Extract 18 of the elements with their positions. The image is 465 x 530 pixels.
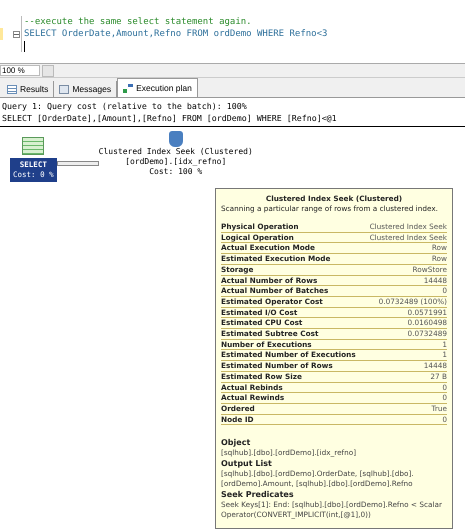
node-label: Clustered Index Seek (Clustered) [98, 147, 253, 157]
section-heading: Output List [221, 458, 273, 470]
grid-icon [7, 84, 17, 94]
text-cursor [24, 40, 25, 52]
section-heading: Seek Predicates [221, 489, 295, 500]
node-cost: Cost: 100 % [149, 167, 202, 177]
tab[interactable]: Results [2, 81, 54, 97]
query-text: Query 1: Query cost (relative to the batch): 100% [2, 100, 248, 112]
node-object: [ordDemo].[idx_refno] [125, 157, 226, 167]
collapse-icon[interactable] [13, 30, 20, 38]
query-text: SELECT [OrderDate],[Amount],[Refno] FROM [ordDemo] WHERE [Refno]<@1 [2, 112, 338, 124]
section-heading: Object [221, 437, 252, 448]
tab[interactable]: Execution plan [117, 78, 198, 97]
code-line: --execute the same select statement again. [24, 17, 252, 27]
code-line: SELECT OrderDate,Amount,Refno FROM ordDemo WHERE Refno<3 [24, 29, 328, 39]
document-icon [59, 84, 70, 94]
table-icon [22, 137, 44, 155]
zoom-dropdown[interactable]: 100 % [0, 65, 40, 76]
